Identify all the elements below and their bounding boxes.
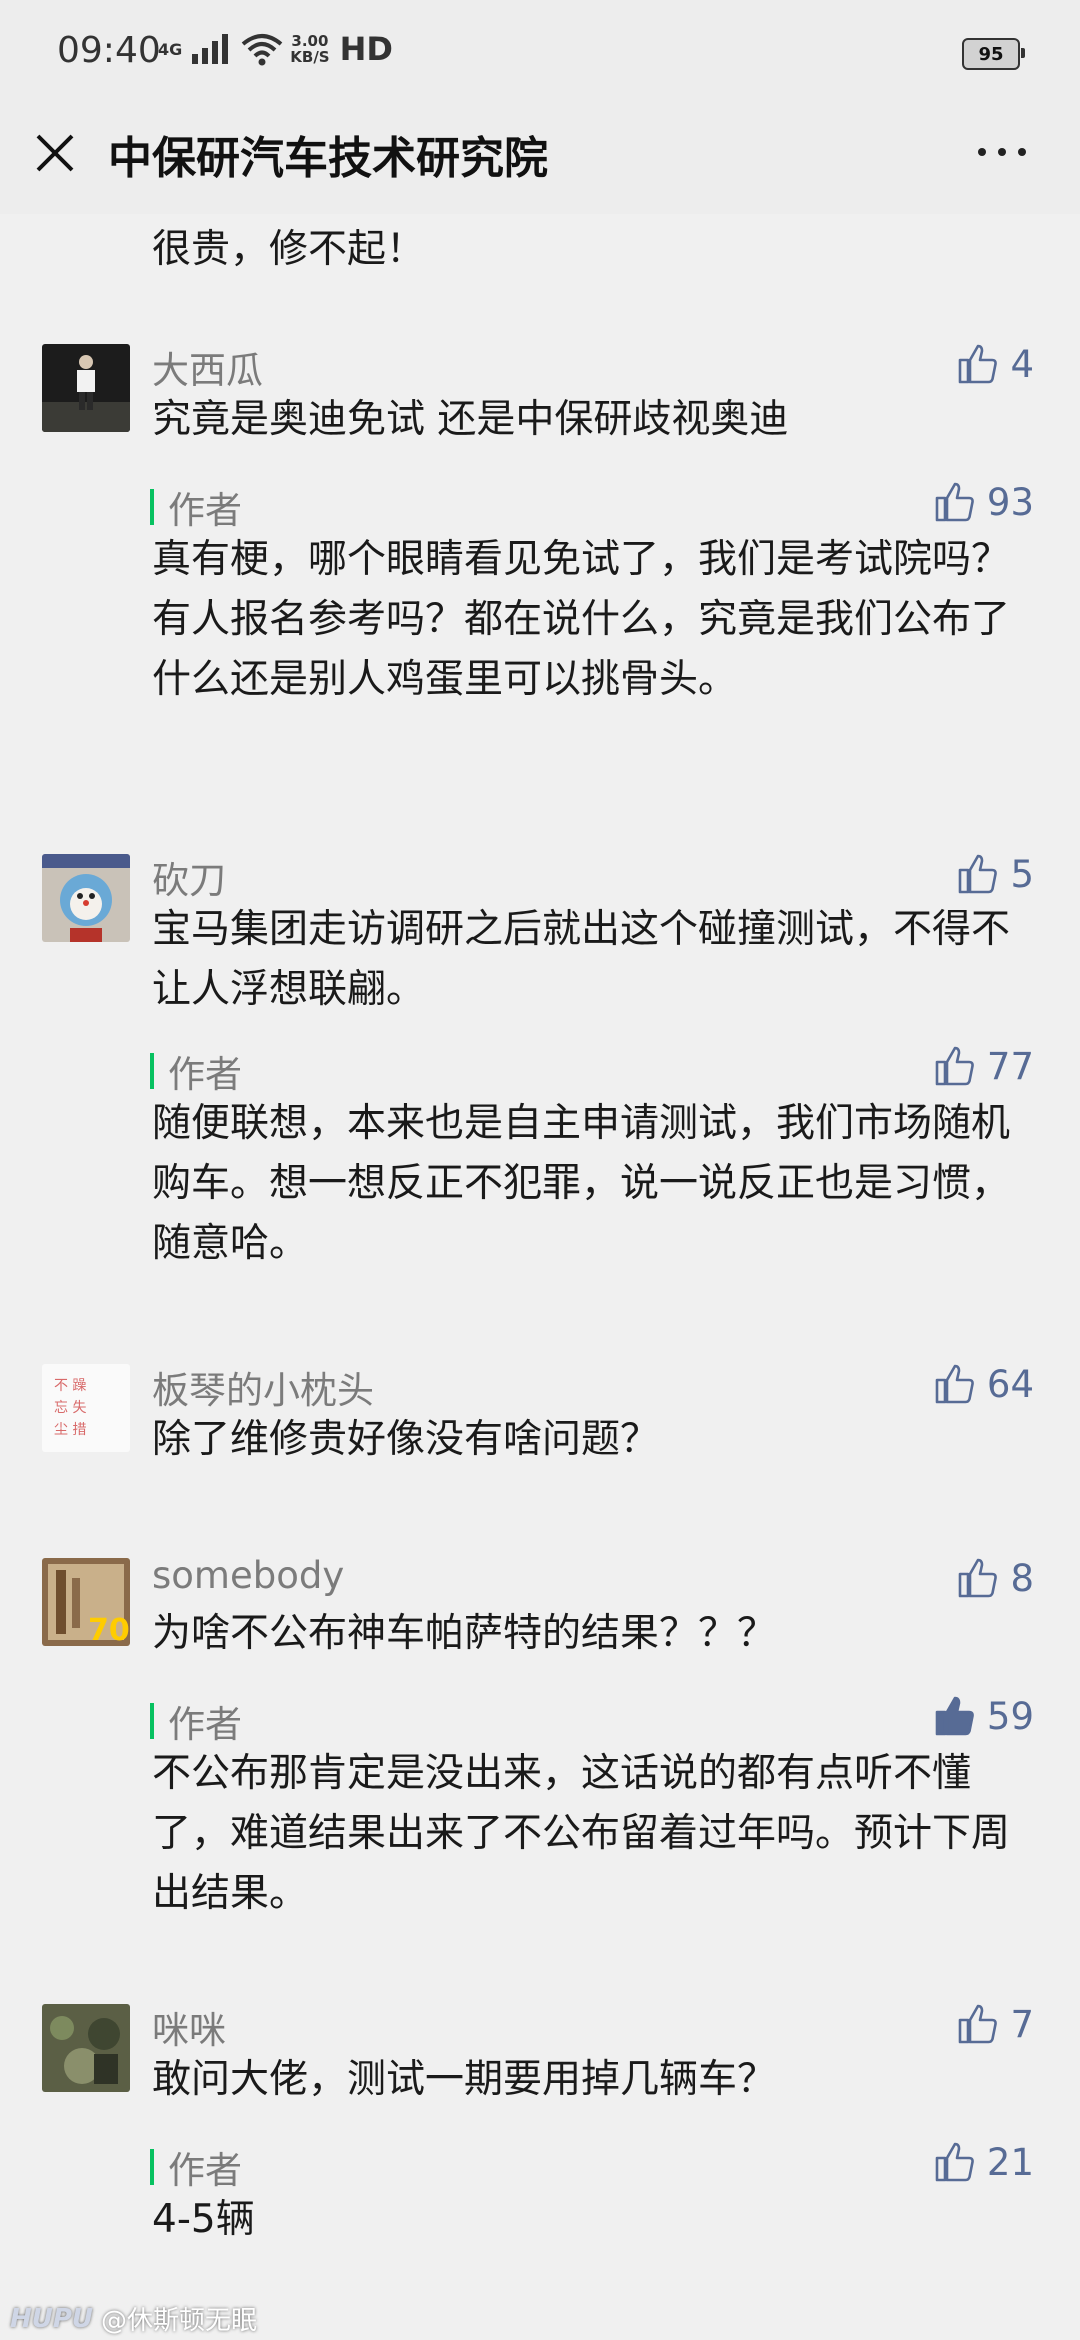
reply-text: 真有梗，哪个眼睛看见免试了，我们是考试院吗？有人报名参考吗？都在说什么，究竟是我… xyxy=(152,537,1011,702)
avatar[interactable] xyxy=(42,854,130,942)
svg-text:忘 失: 忘 失 xyxy=(54,1400,86,1416)
svg-text:70: 70 xyxy=(88,1613,130,1646)
avatar[interactable] xyxy=(42,2004,130,2092)
thumbs-up-icon xyxy=(959,2004,998,2044)
thumbs-up-icon xyxy=(959,344,998,384)
like-button[interactable]: 64 xyxy=(933,1362,1034,1406)
page-title: 中保研汽车技术研究院 xyxy=(108,133,548,184)
author-bar xyxy=(150,1703,154,1739)
speed-unit: KB/S xyxy=(290,48,330,66)
like-count: 7 xyxy=(1010,2002,1034,2046)
commenter-name: 大西瓜 xyxy=(152,349,263,392)
hd-indicator: HD xyxy=(339,30,393,68)
status-time: 09:40 xyxy=(57,30,161,71)
battery-icon: 95 xyxy=(962,38,1025,70)
avatar[interactable]: 70 xyxy=(42,1558,130,1646)
reply-like-button[interactable]: 21 xyxy=(933,2140,1034,2184)
comment-text: 究竟是奥迪免试 还是中保研歧视奥迪 xyxy=(152,397,789,442)
avatar[interactable] xyxy=(42,344,130,432)
like-count: 93 xyxy=(986,480,1034,524)
svg-text:不 躁: 不 躁 xyxy=(54,1378,86,1394)
author-reply-label: 作者 xyxy=(150,1694,242,1748)
thumbs-up-icon xyxy=(959,1558,998,1598)
title-bar: 中保研汽车技术研究院 xyxy=(0,108,1080,214)
reply-like-button[interactable]: 59 xyxy=(933,1694,1034,1738)
author-reply-label: 作者 xyxy=(150,480,242,534)
thumbs-up-icon xyxy=(935,482,974,522)
like-button[interactable]: 4 xyxy=(956,342,1034,386)
author-label: 作者 xyxy=(168,2149,242,2192)
signal-icon xyxy=(192,34,229,64)
commenter-name: 板琴的小枕头 xyxy=(152,1369,374,1412)
like-button[interactable]: 8 xyxy=(956,1556,1034,1600)
author-bar xyxy=(150,489,154,525)
watermark: HUPU @休斯顿无眠 xyxy=(10,2300,257,2337)
author-reply-label: 作者 xyxy=(150,2140,242,2194)
like-count: 77 xyxy=(986,1044,1034,1088)
commenter-name: 砍刀 xyxy=(152,859,226,902)
like-button[interactable]: 7 xyxy=(956,2002,1034,2046)
avatar[interactable]: 不 躁 忘 失 尘 措 xyxy=(42,1364,130,1452)
thumbs-up-icon xyxy=(935,2142,974,2182)
reply-text: 不公布那肯定是没出来，这话说的都有点听不懂了，难道结果出来了不公布留着过年吗。预… xyxy=(152,1751,1011,1916)
reply-text: 随便联想，本来也是自主申请测试，我们市场随机购车。想一想反正不犯罪，说一说反正也… xyxy=(152,1101,1011,1266)
reply-like-button[interactable]: 77 xyxy=(933,1044,1034,1088)
comment-text: 很贵，修不起！ xyxy=(152,227,426,272)
thumbs-up-icon xyxy=(935,1046,974,1086)
like-count: 21 xyxy=(986,2140,1034,2184)
network-speed: 3.00 KB/S xyxy=(290,33,329,65)
more-icon[interactable] xyxy=(972,132,1032,172)
battery-level: 95 xyxy=(978,43,1004,65)
svg-text:尘 措: 尘 措 xyxy=(54,1422,86,1438)
like-count: 64 xyxy=(986,1362,1034,1406)
like-button[interactable]: 5 xyxy=(956,852,1034,896)
author-bar xyxy=(150,2149,154,2185)
watermark-brand: HUPU xyxy=(10,2303,94,2334)
comment-text: 除了维修贵好像没有啥问题？ xyxy=(152,1417,660,1462)
comment-text: 宝马集团走访调研之后就出这个碰撞测试，不得不让人浮想联翩。 xyxy=(152,907,1011,1012)
speed-value: 3.00 xyxy=(291,32,329,50)
author-label: 作者 xyxy=(168,1703,242,1746)
thumbs-up-icon xyxy=(935,1364,974,1404)
author-reply-label: 作者 xyxy=(150,1044,242,1098)
commenter-name: 咪咪 xyxy=(152,2009,226,2052)
author-bar xyxy=(150,1053,154,1089)
comment-text: 敢问大佬，测试一期要用掉几辆车？ xyxy=(152,2057,777,2102)
watermark-user: @休斯顿无眠 xyxy=(101,2306,258,2336)
wifi-icon xyxy=(241,34,283,66)
network-type: 4G xyxy=(158,39,183,59)
comment-text: 为啥不公布神车帕萨特的结果？？？ xyxy=(152,1611,777,1656)
reply-text: 4-5辆 xyxy=(152,2197,255,2242)
close-icon[interactable] xyxy=(30,128,80,178)
like-count: 8 xyxy=(1010,1556,1034,1600)
reply-like-button[interactable]: 93 xyxy=(933,480,1034,524)
author-label: 作者 xyxy=(168,489,242,532)
thumbs-up-filled-icon xyxy=(935,1696,974,1736)
like-count: 59 xyxy=(986,1694,1034,1738)
commenter-name: somebody xyxy=(152,1554,345,1597)
comment-list: 很贵，修不起！ 大西瓜 4 究竟是奥迪免试 还是中保研歧视奥迪 作者 93 真有… xyxy=(0,214,1080,2340)
network-status: 4G 3.00 KB/S HD xyxy=(158,30,393,68)
status-bar: 09:40 4G 3.00 KB/S HD 95 xyxy=(0,0,1080,108)
author-label: 作者 xyxy=(168,1053,242,1096)
like-count: 4 xyxy=(1010,342,1034,386)
like-count: 5 xyxy=(1010,852,1034,896)
thumbs-up-icon xyxy=(959,854,998,894)
